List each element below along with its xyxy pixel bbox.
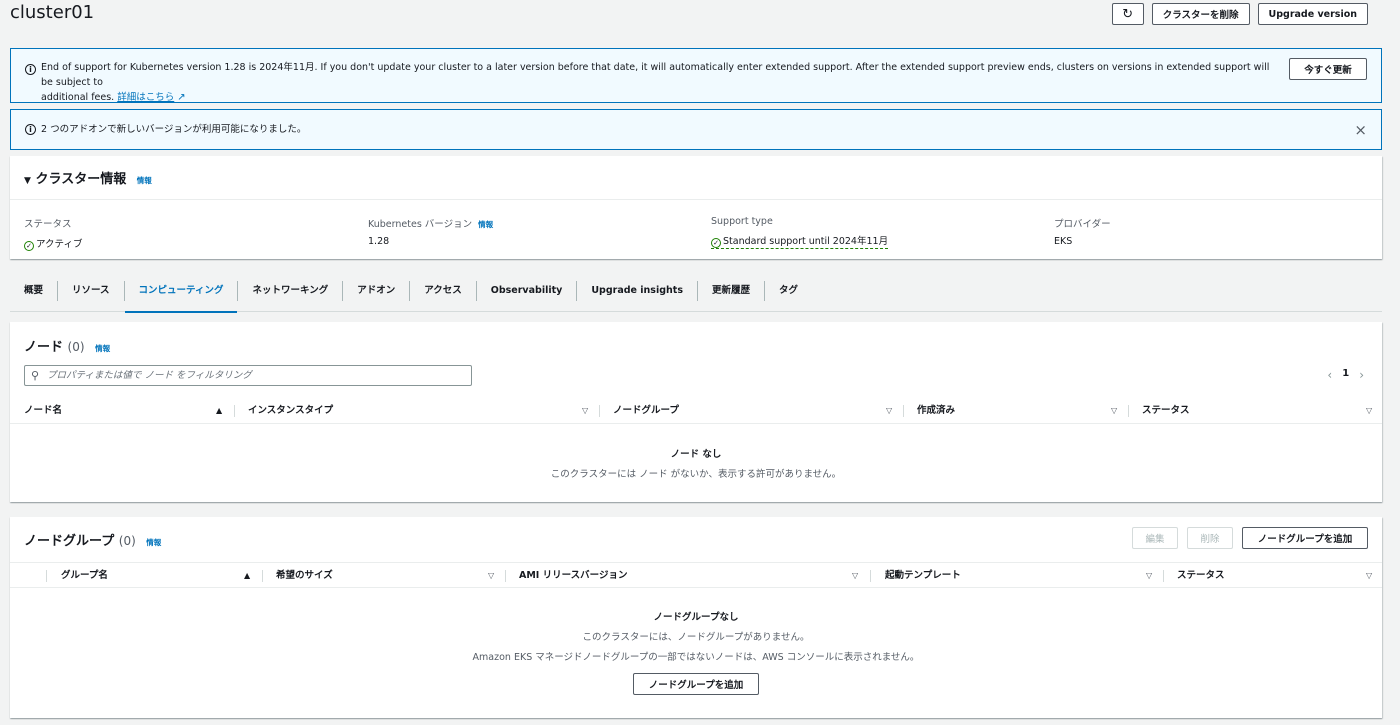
tab-observability[interactable]: Observability xyxy=(475,280,577,301)
alert-text-line1: End of support for Kubernetes version 1.… xyxy=(41,62,1270,88)
nodes-header: ノード (0) 情報 xyxy=(24,336,110,355)
tab-overview[interactable]: 概要 xyxy=(10,281,57,301)
col-created[interactable]: 作成済み xyxy=(917,398,955,424)
col-launch-template[interactable]: 起動テンプレート xyxy=(885,563,961,589)
info-link[interactable]: 情報 xyxy=(146,538,161,547)
external-link-icon: ↗ xyxy=(177,92,186,103)
tab-access[interactable]: アクセス xyxy=(409,280,476,301)
support-type-label: Support type xyxy=(711,216,773,227)
provider-value: EKS xyxy=(1054,236,1073,247)
refresh-icon: ↻ xyxy=(1122,6,1134,22)
sort-asc-icon[interactable]: ▲ xyxy=(244,563,250,589)
cluster-info-title: クラスター情報 xyxy=(35,172,127,187)
sort-icon[interactable]: ▽ xyxy=(1146,563,1152,589)
sort-icon[interactable]: ▽ xyxy=(488,563,494,589)
nodegroups-count: (0) xyxy=(118,534,136,548)
refresh-button[interactable]: ↻ xyxy=(1111,3,1144,25)
chevron-left-icon[interactable]: ‹ xyxy=(1327,368,1332,382)
col-instance-type[interactable]: インスタンスタイプ xyxy=(248,398,333,424)
tab-update-history[interactable]: 更新履歴 xyxy=(696,280,764,301)
nodegroups-title: ノードグループ xyxy=(24,534,115,549)
check-circle-icon: ✓ xyxy=(711,238,721,248)
edit-button[interactable]: 編集 xyxy=(1132,527,1178,549)
check-circle-icon: ✓ xyxy=(24,241,34,251)
k8s-version-value: 1.28 xyxy=(368,236,390,247)
nodegroups-panel: ノードグループ (0) 情報 編集 削除 ノードグループを追加 グループ名 ▲ … xyxy=(10,517,1382,718)
page-number[interactable]: 1 xyxy=(1342,368,1349,382)
provider-field: プロバイダー EKS xyxy=(1054,216,1111,247)
support-type-field: Support type ✓ Standard support until 202… xyxy=(711,216,889,249)
sort-asc-icon[interactable]: ▲ xyxy=(216,398,222,424)
end-of-support-alert: i End of support for Kubernetes version … xyxy=(10,48,1382,103)
page-title: cluster01 xyxy=(10,2,95,23)
status-label: ステータス xyxy=(24,219,72,230)
nodes-panel: ノード (0) 情報 ⚲ プロパティまたは値で ノード をフィルタリング ‹ 1… xyxy=(10,322,1382,502)
nodes-title: ノード xyxy=(24,340,64,355)
nodegroups-table-header: グループ名 ▲ 希望のサイズ ▽ AMI リリースバージョン ▽ 起動テンプレー… xyxy=(10,562,1382,588)
col-node-group[interactable]: ノードグループ xyxy=(613,398,679,424)
cluster-tabs: 概要 リソース コンピューティング ネットワーキング アドオン アクセス Obs… xyxy=(10,270,1382,313)
status-value: アクティブ xyxy=(36,239,83,250)
delete-cluster-button[interactable]: クラスターを削除 xyxy=(1151,3,1250,25)
tab-resources[interactable]: リソース xyxy=(57,280,124,301)
tab-addons[interactable]: アドオン xyxy=(342,280,409,301)
empty-title: ノードグループなし xyxy=(653,612,739,623)
sort-icon[interactable]: ▽ xyxy=(1366,398,1372,424)
upgrade-version-button[interactable]: Upgrade version xyxy=(1257,3,1368,25)
empty-description: このクラスターには ノード がないか、表示する許可がありません。 xyxy=(550,469,842,480)
info-icon: i xyxy=(25,64,36,75)
info-link[interactable]: 情報 xyxy=(95,344,110,353)
nodes-count: (0) xyxy=(67,340,85,354)
caret-down-icon: ▼ xyxy=(24,176,31,186)
addon-update-alert: i 2 つのアドオンで新しいバージョンが利用可能になりました。 × xyxy=(10,109,1382,150)
filter-placeholder: プロパティまたは値で ノード をフィルタリング xyxy=(47,370,252,381)
addon-alert-text: 2 つのアドオンで新しいバージョンが利用可能になりました。 xyxy=(41,124,307,135)
add-nodegroup-empty-button[interactable]: ノードグループを追加 xyxy=(633,673,759,695)
empty-title: ノード なし xyxy=(670,449,722,460)
sort-icon[interactable]: ▽ xyxy=(582,398,588,424)
info-link[interactable]: 情報 xyxy=(478,220,493,229)
update-now-button[interactable]: 今すぐ更新 xyxy=(1289,58,1367,80)
info-link[interactable]: 情報 xyxy=(137,176,152,185)
col-node-name[interactable]: ノード名 xyxy=(24,398,62,424)
empty-description: このクラスターには、ノードグループがありません。 xyxy=(582,632,810,643)
header-actions: ↻ クラスターを削除 Upgrade version xyxy=(1111,3,1368,25)
sort-icon[interactable]: ▽ xyxy=(886,398,892,424)
status-field: ステータス ✓ アクティブ xyxy=(24,216,82,251)
nodes-filter-input[interactable]: ⚲ プロパティまたは値で ノード をフィルタリング xyxy=(24,365,472,386)
nodegroups-actions: 編集 削除 ノードグループを追加 xyxy=(1132,527,1368,549)
info-icon: i xyxy=(25,124,36,135)
nodegroups-empty-state: ノードグループなし このクラスターには、ノードグループがありません。 Amazo… xyxy=(10,609,1382,695)
col-ami-version[interactable]: AMI リリースバージョン xyxy=(519,563,627,589)
nodes-table-header: ノード名 ▲ インスタンスタイプ ▽ ノードグループ ▽ 作成済み ▽ ステータ… xyxy=(10,398,1382,424)
nodes-pagination: ‹ 1 › xyxy=(1327,368,1364,382)
learn-more-link[interactable]: 詳細はこちら xyxy=(117,92,174,103)
sort-icon[interactable]: ▽ xyxy=(1366,563,1372,589)
nodegroups-header: ノードグループ (0) 情報 xyxy=(24,530,161,549)
col-desired-size[interactable]: 希望のサイズ xyxy=(276,563,333,589)
sort-icon[interactable]: ▽ xyxy=(1111,398,1117,424)
tab-upgrade-insights[interactable]: Upgrade insights xyxy=(576,280,697,301)
close-icon[interactable]: × xyxy=(1354,121,1367,139)
add-nodegroup-button[interactable]: ノードグループを追加 xyxy=(1242,527,1368,549)
nodes-empty-state: ノード なし このクラスターには ノード がないか、表示する許可がありません。 xyxy=(10,446,1382,486)
tab-tags[interactable]: タグ xyxy=(764,280,812,301)
col-status[interactable]: ステータス xyxy=(1142,398,1190,424)
delete-button[interactable]: 削除 xyxy=(1187,527,1233,549)
alert-text-line2: additional fees. xyxy=(41,92,115,103)
col-status[interactable]: ステータス xyxy=(1177,563,1225,589)
tab-networking[interactable]: ネットワーキング xyxy=(237,280,342,301)
chevron-right-icon[interactable]: › xyxy=(1359,368,1364,382)
sort-icon[interactable]: ▽ xyxy=(852,563,858,589)
cluster-info-panel: ▼ クラスター情報 情報 ステータス ✓ アクティブ Kubernetes バージ… xyxy=(10,156,1382,259)
col-group-name[interactable]: グループ名 xyxy=(61,563,108,589)
empty-note: Amazon EKS マネージドノードグループの一部ではないノードは、AWS コ… xyxy=(472,652,920,663)
search-icon: ⚲ xyxy=(31,369,40,382)
provider-label: プロバイダー xyxy=(1054,219,1111,230)
k8s-version-field: Kubernetes バージョン 情報 1.28 xyxy=(368,216,493,247)
tab-compute[interactable]: コンピューティング xyxy=(123,280,238,313)
cluster-info-header[interactable]: ▼ クラスター情報 情報 xyxy=(24,168,152,187)
k8s-version-label: Kubernetes バージョン xyxy=(368,219,473,230)
support-type-value[interactable]: ✓ Standard support until 2024年11月 xyxy=(711,236,889,249)
